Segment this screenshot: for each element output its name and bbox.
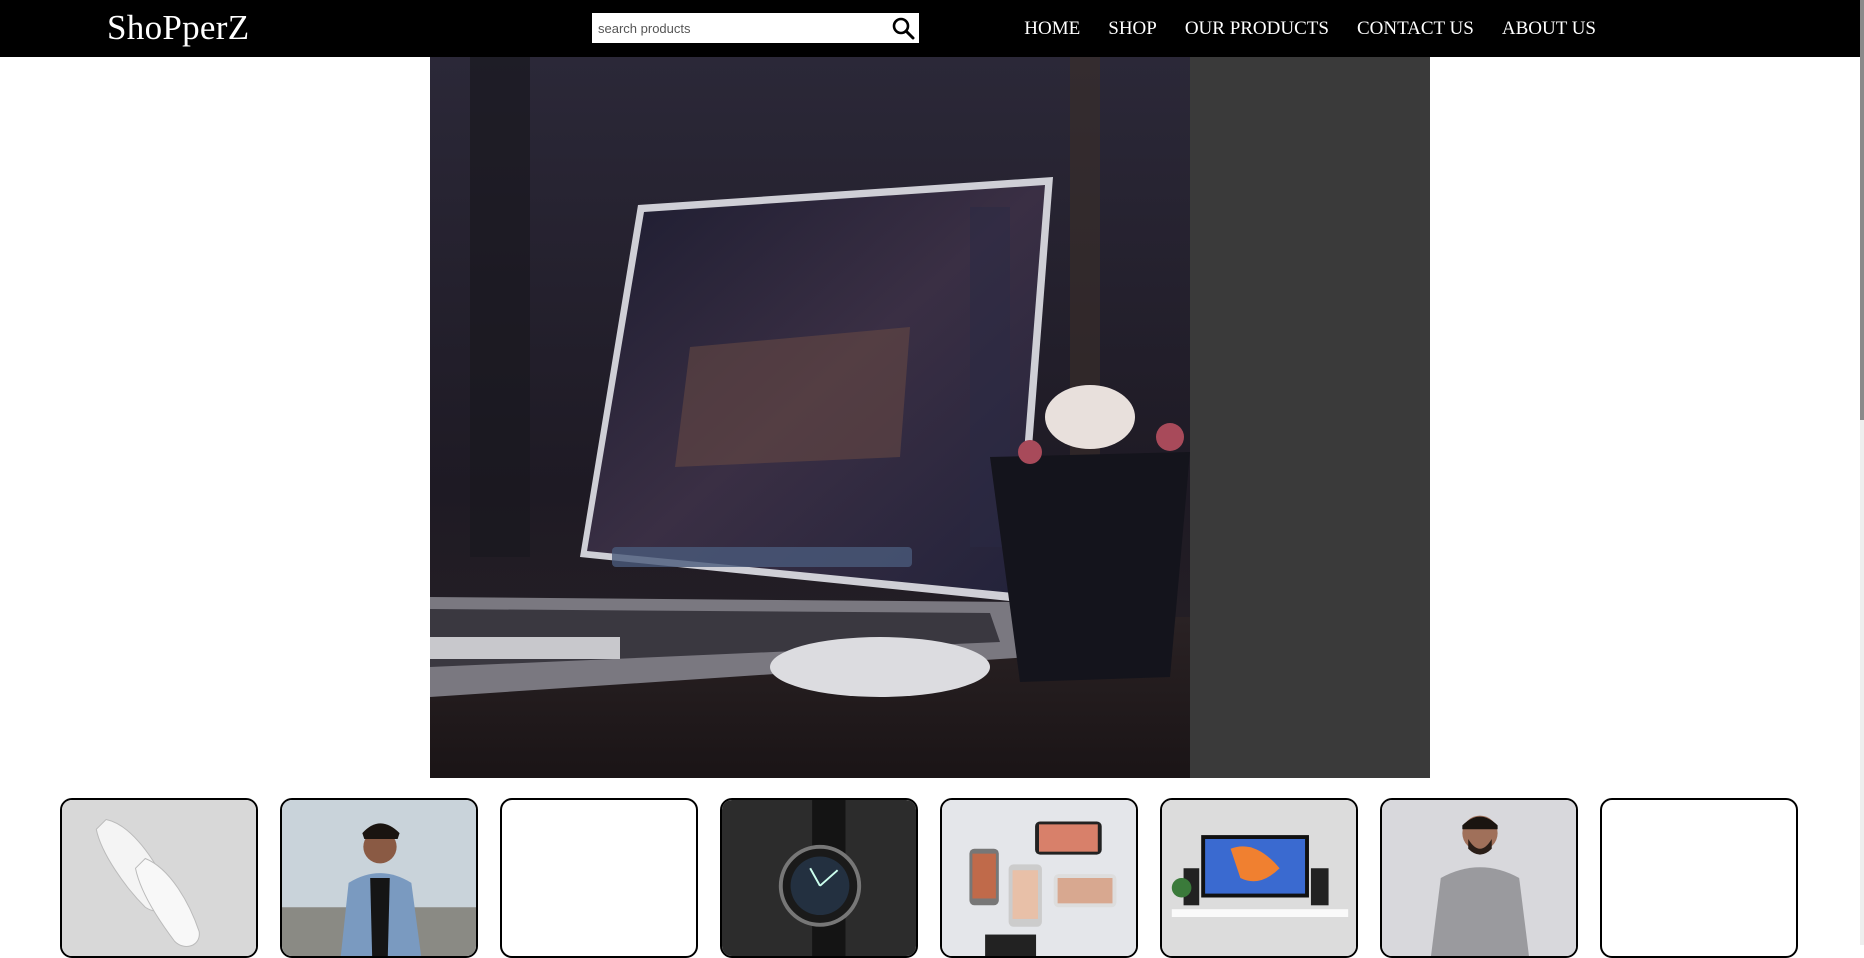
product-card[interactable] — [280, 798, 478, 958]
nav-home[interactable]: HOME — [1024, 18, 1080, 40]
page-scrollbar[interactable] — [1860, 0, 1864, 945]
product-cards — [60, 798, 1800, 958]
product-card[interactable] — [1380, 798, 1578, 958]
search-bar — [592, 13, 919, 43]
smartphones-image — [942, 800, 1136, 956]
man-grey-hoodie-image — [1382, 800, 1576, 956]
search-icon — [892, 17, 915, 40]
product-card[interactable] — [720, 798, 918, 958]
scrollbar-thumb[interactable] — [1860, 0, 1864, 420]
product-card[interactable] — [500, 798, 698, 958]
nav-shop[interactable]: SHOP — [1108, 18, 1157, 40]
nav-our-products[interactable]: OUR PRODUCTS — [1185, 18, 1329, 40]
search-button[interactable] — [889, 14, 917, 42]
navbar: ShoPperZ HOME SHOP OUR PRODUCTS CONTACT … — [0, 0, 1864, 57]
main-nav: HOME SHOP OUR PRODUCTS CONTACT US ABOUT … — [996, 0, 1596, 57]
product-card[interactable] — [1600, 798, 1798, 958]
white-sneakers-image — [62, 800, 256, 956]
hero-banner[interactable] — [430, 57, 1430, 778]
laptop-on-desk-image — [430, 57, 1430, 778]
nav-about-us[interactable]: ABOUT US — [1502, 18, 1596, 40]
search-input[interactable] — [592, 13, 882, 43]
product-card[interactable] — [60, 798, 258, 958]
desk-monitor-setup-image — [1162, 800, 1356, 956]
nav-contact-us[interactable]: CONTACT US — [1357, 18, 1474, 40]
product-card[interactable] — [1160, 798, 1358, 958]
site-logo[interactable]: ShoPperZ — [107, 6, 249, 50]
product-card[interactable] — [940, 798, 1138, 958]
wristwatch-image — [722, 800, 916, 956]
man-denim-jacket-image — [282, 800, 476, 956]
